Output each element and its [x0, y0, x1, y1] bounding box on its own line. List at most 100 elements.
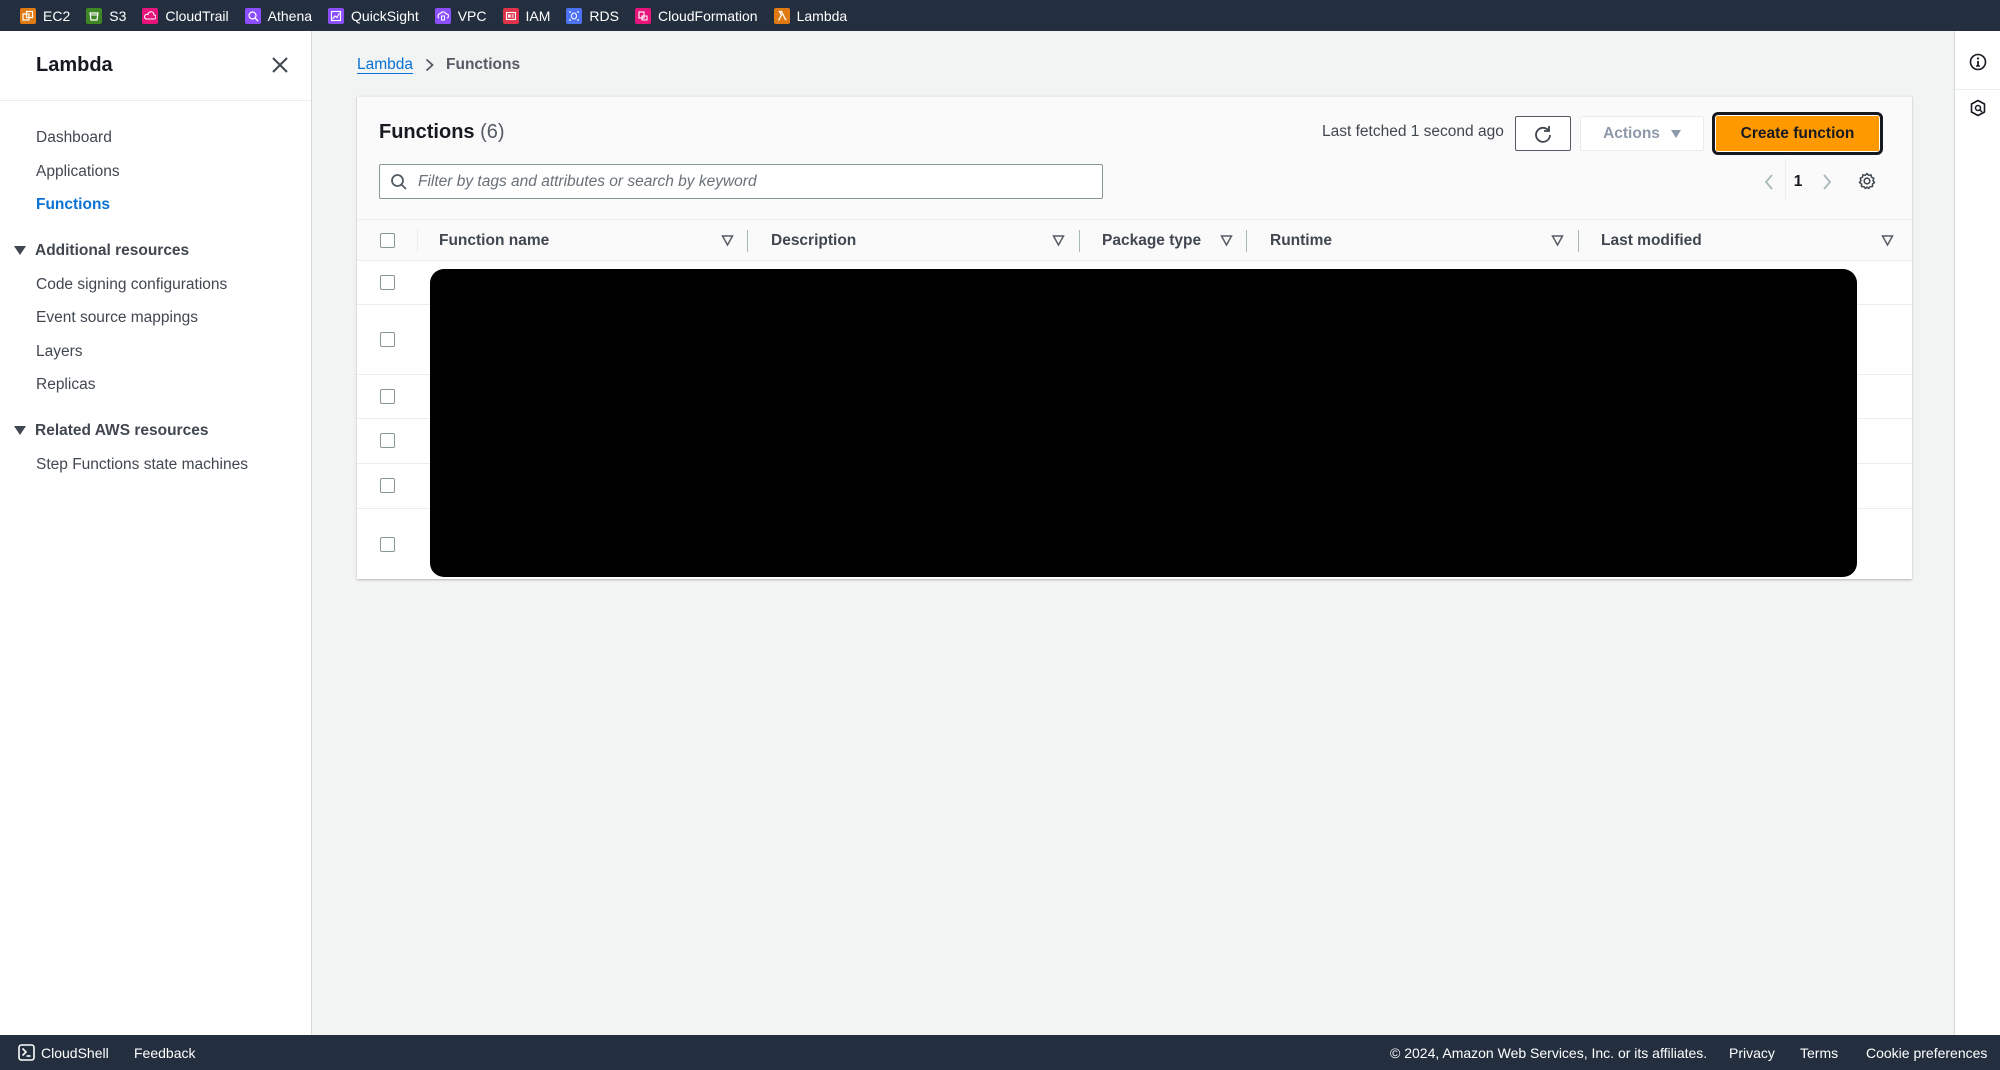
service-link-cloudtrail[interactable]: CloudTrail: [142, 7, 229, 24]
service-link-iam[interactable]: IAM: [502, 7, 551, 24]
privacy-link[interactable]: Privacy: [1729, 1035, 1775, 1070]
terms-link[interactable]: Terms: [1800, 1035, 1838, 1070]
vpc-icon: [434, 7, 451, 24]
panel-title: Functions (6): [379, 121, 505, 144]
sort-icon[interactable]: [1881, 234, 1894, 247]
service-label: IAM: [525, 7, 551, 24]
service-link-athena[interactable]: Athena: [244, 7, 312, 24]
service-link-vpc[interactable]: VPC: [434, 7, 487, 24]
sidebar-item-replicas[interactable]: Replicas: [0, 368, 311, 402]
column-header-last-modified[interactable]: Last modified: [1601, 220, 1702, 262]
athena-icon: [244, 7, 261, 24]
console-footer: CloudShell Feedback © 2024, Amazon Web S…: [0, 1035, 2000, 1070]
search-input[interactable]: [418, 172, 1078, 191]
cookie-preferences-link[interactable]: Cookie preferences: [1866, 1035, 1987, 1070]
info-icon: [1969, 53, 1987, 70]
table-header: Function name Description Package type R…: [357, 219, 1912, 261]
service-link-rds[interactable]: RDS: [566, 7, 619, 24]
sidebar-item-event-source-mappings[interactable]: Event source mappings: [0, 301, 311, 335]
table-body: [357, 261, 1912, 579]
next-page-button[interactable]: [1815, 167, 1839, 197]
service-label: RDS: [589, 7, 619, 24]
row-checkbox[interactable]: [380, 537, 395, 552]
chevron-right-icon: [1823, 174, 1832, 190]
service-label: QuickSight: [351, 7, 419, 24]
breadcrumb-functions: Functions: [446, 56, 521, 73]
rds-icon: [566, 7, 583, 24]
side-nav-title[interactable]: Lambda: [36, 54, 113, 77]
pagination: 1: [1757, 167, 1839, 197]
column-header-description[interactable]: Description: [771, 220, 856, 262]
actions-dropdown-button[interactable]: Actions: [1580, 116, 1704, 151]
service-favorites-bar: EC2 S3 CloudTrail Athena QuickSight VPC: [0, 0, 2000, 31]
row-checkbox[interactable]: [380, 478, 395, 493]
service-label: CloudFormation: [657, 7, 758, 24]
service-link-lambda[interactable]: Lambda: [773, 7, 847, 24]
column-divider: [747, 230, 748, 252]
service-label: VPC: [457, 7, 487, 24]
sidebar-item-functions[interactable]: Functions: [0, 188, 311, 222]
refresh-icon: [1535, 125, 1551, 143]
page-number[interactable]: 1: [1781, 173, 1815, 191]
cloudformation-icon: [634, 7, 651, 24]
feedback-link[interactable]: Feedback: [134, 1035, 195, 1070]
last-fetched-text: Last fetched 1 second ago: [1322, 123, 1504, 140]
chevron-right-icon: [425, 58, 434, 72]
previous-page-button[interactable]: [1757, 167, 1781, 197]
feedback-panel-button[interactable]: [1955, 85, 2000, 130]
cloudshell-button[interactable]: CloudShell: [18, 1035, 109, 1070]
lambda-icon: [773, 7, 790, 24]
service-link-ec2[interactable]: EC2: [20, 7, 70, 24]
sidebar-item-step-functions[interactable]: Step Functions state machines: [0, 448, 311, 482]
caret-down-icon: [14, 246, 26, 255]
sidebar-item-applications[interactable]: Applications: [0, 155, 311, 189]
side-nav-header: Lambda: [0, 31, 311, 101]
info-panel-button[interactable]: [1955, 39, 2000, 84]
row-checkbox[interactable]: [380, 275, 395, 290]
refresh-button[interactable]: [1515, 116, 1571, 151]
column-header-function-name[interactable]: Function name: [439, 220, 549, 262]
search-filter: [379, 164, 1103, 199]
cloudtrail-icon: [142, 7, 159, 24]
side-navigation: Lambda Dashboard Applications Functions …: [0, 31, 312, 1035]
row-checkbox[interactable]: [380, 332, 395, 347]
feedback-hexagon-icon: [1970, 99, 1986, 116]
sort-icon[interactable]: [1220, 234, 1233, 247]
panel-title-text: Functions: [379, 121, 475, 143]
row-checkbox[interactable]: [380, 389, 395, 404]
sidebar-item-code-signing[interactable]: Code signing configurations: [0, 268, 311, 302]
gear-icon: [1858, 172, 1876, 190]
column-header-runtime[interactable]: Runtime: [1270, 220, 1332, 262]
right-utility-rail: [1954, 31, 2000, 1035]
row-checkbox[interactable]: [380, 433, 395, 448]
section-toggle-additional-resources[interactable]: Additional resources: [0, 234, 311, 268]
sort-icon[interactable]: [1551, 234, 1564, 247]
column-divider: [1079, 230, 1080, 252]
cloudshell-icon: [18, 1044, 35, 1061]
close-icon[interactable]: [270, 53, 290, 77]
copyright-text: © 2024, Amazon Web Services, Inc. or its…: [1390, 1044, 1708, 1061]
sort-icon[interactable]: [1052, 234, 1065, 247]
select-all-checkbox[interactable]: [380, 233, 395, 248]
create-function-button[interactable]: Create function: [1712, 112, 1883, 155]
table-preferences-button[interactable]: [1857, 171, 1877, 191]
sort-icon[interactable]: [721, 234, 734, 247]
service-link-quicksight[interactable]: QuickSight: [328, 7, 419, 24]
pager-divider: [1785, 159, 1786, 201]
service-link-s3[interactable]: S3: [86, 7, 126, 24]
section-toggle-related-aws-resources[interactable]: Related AWS resources: [0, 414, 311, 448]
sidebar-item-layers[interactable]: Layers: [0, 335, 311, 369]
service-link-cloudformation[interactable]: CloudFormation: [634, 7, 758, 24]
column-header-package-type[interactable]: Package type: [1102, 220, 1201, 262]
chevron-left-icon: [1764, 174, 1773, 190]
functions-table: Function name Description Package type R…: [357, 219, 1912, 579]
sidebar-item-dashboard[interactable]: Dashboard: [0, 121, 311, 155]
functions-panel: Functions (6) Last fetched 1 second ago …: [357, 96, 1912, 579]
iam-icon: [502, 7, 519, 24]
redacted-content: [430, 269, 1857, 577]
caret-down-icon: [1670, 129, 1681, 138]
column-divider: [1246, 230, 1247, 252]
breadcrumb-lambda[interactable]: Lambda: [357, 56, 413, 74]
column-divider: [1578, 230, 1579, 252]
section-label: Additional resources: [35, 241, 190, 259]
